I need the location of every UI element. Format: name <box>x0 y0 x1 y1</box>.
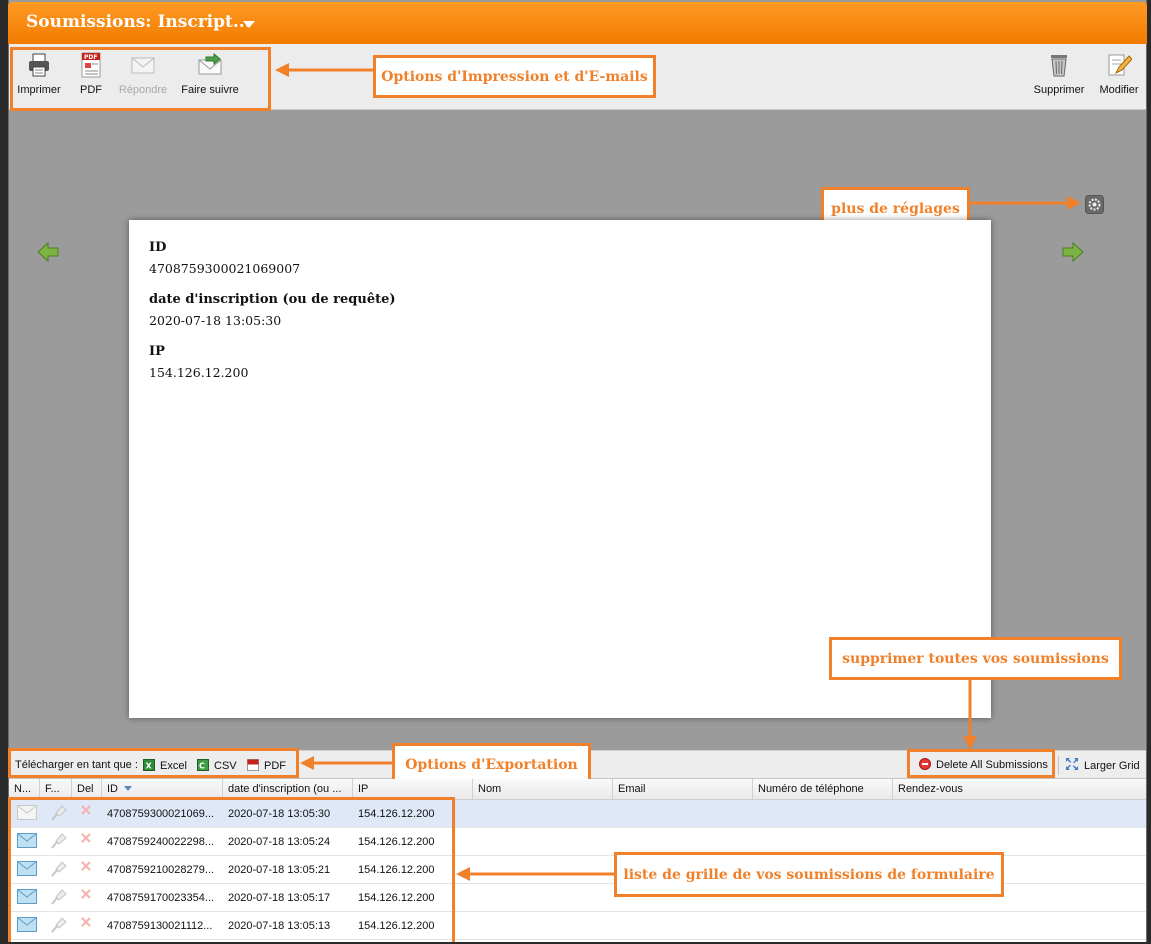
field-value: 154.126.12.200 <box>149 365 249 380</box>
arrow-right-icon <box>969 196 1081 210</box>
delete-button[interactable]: Supprimer <box>1031 52 1087 104</box>
title-bar: Soumissions: Inscript... <box>8 2 1147 44</box>
trash-icon <box>1051 55 1067 77</box>
field-value: 4708759300021069007 <box>149 261 301 276</box>
field-value: 2020-07-18 13:05:30 <box>149 313 282 328</box>
previous-submission-arrow-icon[interactable] <box>36 240 60 264</box>
callout-print-email: Options d'Impression et d'E-mails <box>373 55 656 98</box>
export-highlight <box>8 748 299 778</box>
form-title-dropdown[interactable]: Soumissions: Inscript... <box>26 12 251 32</box>
field-label: ID <box>149 240 167 255</box>
gear-icon[interactable] <box>1085 195 1104 214</box>
next-submission-arrow-icon[interactable] <box>1061 240 1085 264</box>
field-label: date d'inscription (ou de requête) <box>149 292 396 307</box>
grid-highlight <box>8 797 455 942</box>
larger-grid-button[interactable]: Larger Grid <box>1065 757 1140 772</box>
sort-desc-icon <box>124 786 133 791</box>
callout-delete-all: supprimer toutes vos soumissions <box>829 637 1122 680</box>
column-header-email[interactable]: Email <box>613 779 753 800</box>
column-header-phone[interactable]: Numéro de téléphone <box>753 779 893 800</box>
delete-label: Supprimer <box>1033 84 1085 96</box>
column-header-rendezvous[interactable]: Rendez-vous <box>893 779 1146 800</box>
larger-grid-label: Larger Grid <box>1084 760 1140 772</box>
arrow-left-icon <box>275 63 375 77</box>
edit-label: Modifier <box>1099 84 1139 96</box>
arrow-down-icon <box>963 680 977 750</box>
arrow-left-icon <box>456 867 616 881</box>
toolbar-divider <box>1058 756 1059 775</box>
column-header-id-label: ID <box>107 783 118 795</box>
arrow-left-icon <box>300 756 394 770</box>
print-email-highlight <box>10 47 271 111</box>
edit-pencil-icon <box>1108 54 1132 76</box>
app-window: Soumissions: Inscript... Imprimer PDF PD… <box>0 0 1151 942</box>
delete-all-highlight <box>907 749 1055 778</box>
column-header-nom[interactable]: Nom <box>473 779 613 800</box>
callout-grid: liste de grille de vos soumissions de fo… <box>614 852 1004 897</box>
field-date: date d'inscription (ou de requête) 2020-… <box>149 292 396 328</box>
expand-icon <box>1066 758 1078 770</box>
field-ip: IP 154.126.12.200 <box>149 344 248 380</box>
field-label: IP <box>149 344 165 359</box>
field-id: ID 4708759300021069007 <box>149 240 300 276</box>
edit-button[interactable]: Modifier <box>1095 52 1143 104</box>
chevron-down-icon[interactable] <box>243 21 255 28</box>
